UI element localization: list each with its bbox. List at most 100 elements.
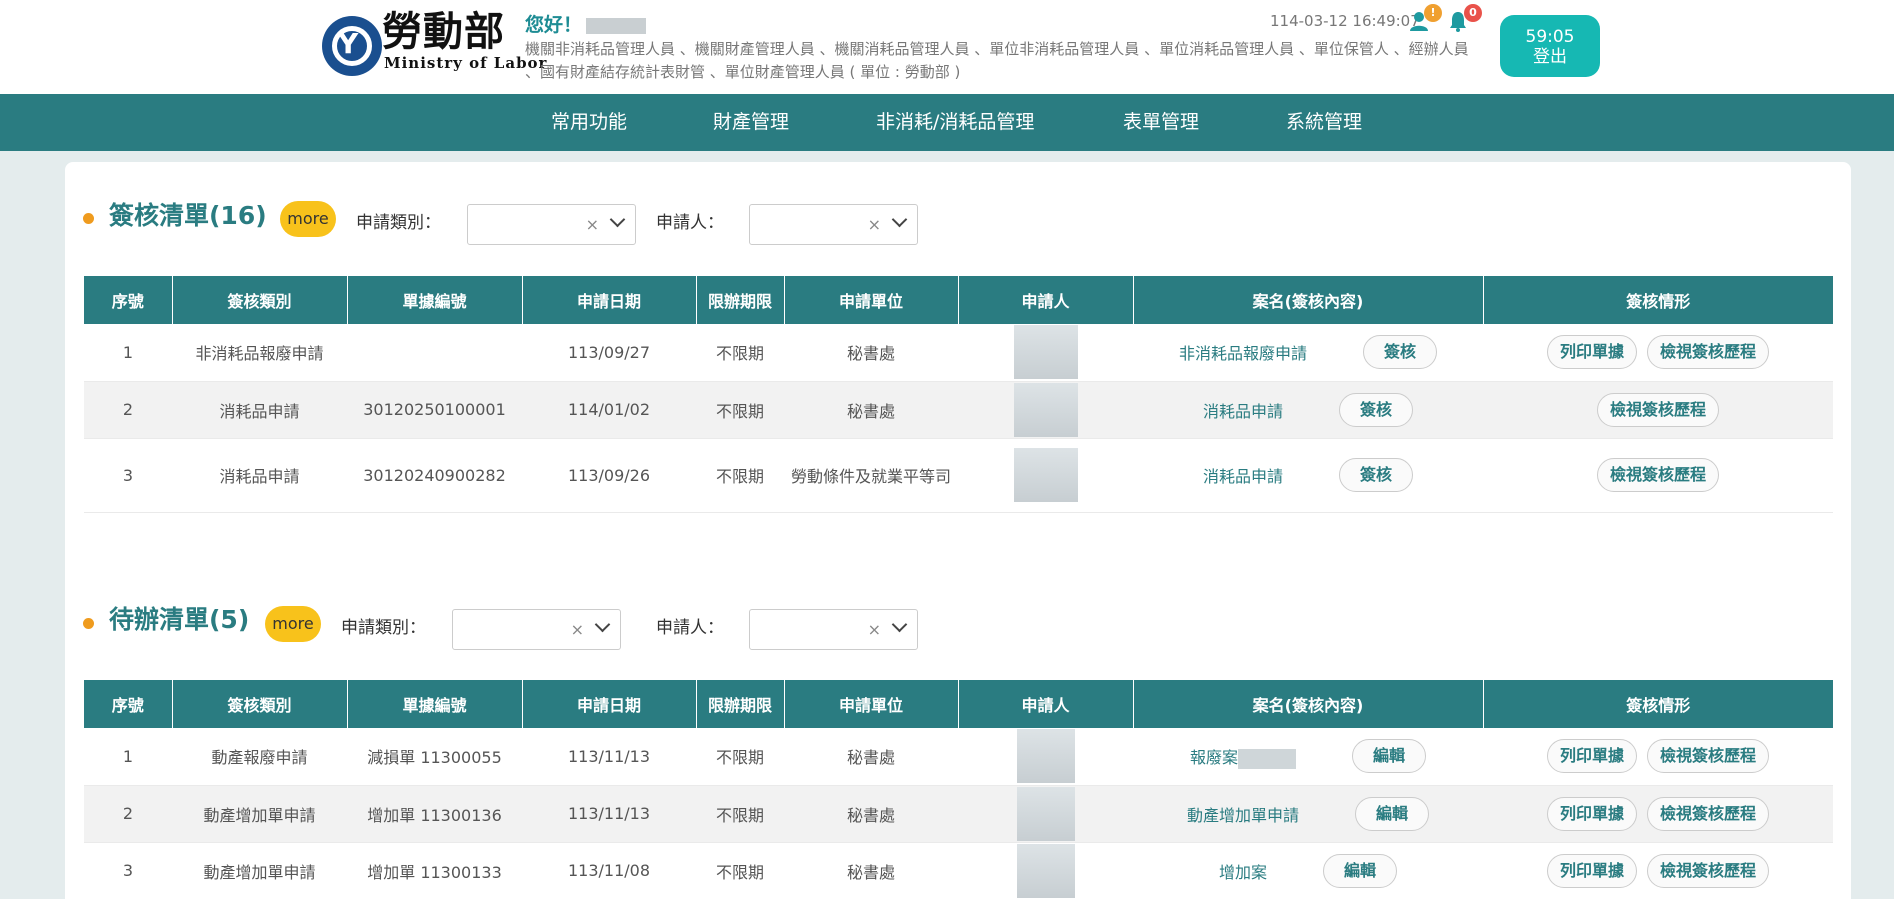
nav-form-management[interactable]: 表單管理 [1123,94,1199,151]
col-limit: 限辦期限 [696,276,785,324]
case-name-text: 報廢案 [1189,748,1238,767]
table-row: 3 消耗品申請 30120240900282 113/09/26 不限期 勞動條… [84,438,1833,513]
content-card: 簽核清單(16) more 申請類別： × 申請人： × 序號 簽核類別 單據編… [65,162,1851,899]
review-list-title: 簽核清單(16) [109,201,267,230]
table-row: 1 動產報廢申請 減損單 11300055 113/11/13 不限期 秘書處 … [84,728,1833,786]
case-name[interactable]: 報廢案 [1190,744,1296,769]
sign-button[interactable]: 簽核 [1339,458,1414,492]
cell-limit: 不限期 [696,381,784,439]
cell-applicant [958,785,1133,843]
cell-case: 增加案 編輯 [1133,842,1483,899]
logout-label: 登出 [1533,47,1567,67]
col-doc: 單據編號 [347,276,523,324]
user-name-redacted [586,17,647,34]
col-unit: 申請單位 [784,680,959,728]
cell-status: 列印單據 檢視簽核歷程 [1483,842,1833,899]
todo-type-label: 申請類別： [341,618,426,638]
view-history-button[interactable]: 檢視簽核歷程 [1596,458,1719,492]
section-bullet [83,618,94,629]
cell-no: 3 [84,842,172,899]
nav-property-management[interactable]: 財產管理 [713,94,789,151]
cell-no: 1 [84,324,172,382]
clear-icon[interactable]: × [868,215,881,234]
col-case: 案名(簽核內容) [1133,680,1484,728]
review-type-select[interactable]: × [467,204,636,245]
print-document-button[interactable]: 列印單據 [1546,739,1637,774]
review-applicant-select[interactable]: × [749,204,918,245]
view-history-button[interactable]: 檢視簽核歷程 [1647,335,1770,370]
todo-type-select[interactable]: × [452,609,621,650]
cell-date: 113/11/13 [522,785,696,843]
table-row: 1 非消耗品報廢申請 113/09/27 不限期 秘書處 非消耗品報廢申請 簽核 … [84,324,1833,382]
bell-notification-badge: 0 [1464,4,1482,22]
case-name-redacted [1238,748,1296,769]
col-limit: 限辦期限 [696,680,785,728]
print-document-button[interactable]: 列印單據 [1546,853,1637,888]
print-document-button[interactable]: 列印單據 [1546,796,1637,831]
cell-unit: 秘書處 [784,728,958,786]
todo-applicant-label: 申請人： [656,618,724,638]
col-case: 案名(簽核內容) [1133,276,1484,324]
cell-doc: 減損單 11300055 [347,728,522,786]
cell-case: 消耗品申請 簽核 [1133,381,1483,439]
chevron-down-icon [609,211,626,228]
case-name[interactable]: 動產增加單申請 [1187,802,1299,826]
cell-unit: 勞動條件及就業平等司 [784,438,958,513]
case-name[interactable]: 增加案 [1219,859,1267,883]
print-document-button[interactable]: 列印單據 [1546,335,1637,370]
clear-icon[interactable]: × [586,215,599,234]
col-applicant: 申請人 [958,276,1134,324]
logout-button[interactable]: 59:05 登出 [1500,15,1600,77]
applicant-redacted [1013,448,1078,502]
cell-doc: 增加單 11300133 [347,842,522,899]
cell-unit: 秘書處 [784,324,958,382]
cell-type: 消耗品申請 [172,381,347,439]
cell-date: 113/11/13 [522,728,696,786]
todo-more-button[interactable]: more [265,606,321,642]
todo-table: 序號 簽核類別 單據編號 申請日期 限辦期限 申請單位 申請人 案名(簽核內容)… [84,680,1833,899]
sign-button[interactable]: 簽核 [1339,392,1414,427]
applicant-redacted [1013,325,1078,380]
cell-applicant [958,842,1133,899]
cell-case: 報廢案 編輯 [1133,728,1483,786]
edit-button[interactable]: 編輯 [1355,796,1430,831]
case-name[interactable]: 非消耗品報廢申請 [1179,340,1307,364]
case-name[interactable]: 消耗品申請 [1203,463,1283,487]
clear-icon[interactable]: × [571,620,584,639]
col-status: 簽核情形 [1483,680,1833,728]
ministry-logo[interactable]: Y [322,16,382,76]
edit-button[interactable]: 編輯 [1323,853,1398,888]
cell-unit: 秘書處 [784,842,958,899]
cell-applicant [958,728,1133,786]
applicant-redacted [1016,786,1075,841]
user-notification-badge: ! [1424,4,1442,22]
view-history-button[interactable]: 檢視簽核歷程 [1596,392,1719,427]
nav-common-functions[interactable]: 常用功能 [551,94,627,151]
cell-status: 列印單據 檢視簽核歷程 [1483,324,1833,382]
case-name[interactable]: 消耗品申請 [1203,398,1283,422]
nav-system-management[interactable]: 系統管理 [1286,94,1362,151]
sign-button[interactable]: 簽核 [1363,335,1438,370]
view-history-button[interactable]: 檢視簽核歷程 [1647,796,1770,831]
nav-consumables-management[interactable]: 非消耗/消耗品管理 [876,94,1034,151]
clear-icon[interactable]: × [868,620,881,639]
cell-applicant [958,324,1133,382]
edit-button[interactable]: 編輯 [1352,739,1427,774]
chevron-down-icon [594,616,611,633]
view-history-button[interactable]: 檢視簽核歷程 [1647,853,1770,888]
cell-date: 113/09/26 [522,438,696,513]
cell-limit: 不限期 [696,438,784,513]
todo-applicant-select[interactable]: × [749,609,918,650]
review-more-button[interactable]: more [280,201,336,237]
col-date: 申請日期 [522,276,697,324]
cell-doc [347,324,522,382]
cell-type: 動產報廢申請 [172,728,347,786]
review-table: 序號 簽核類別 單據編號 申請日期 限辦期限 申請單位 申請人 案名(簽核內容)… [84,276,1833,513]
cell-limit: 不限期 [696,785,784,843]
view-history-button[interactable]: 檢視簽核歷程 [1647,739,1770,774]
cell-case: 非消耗品報廢申請 簽核 [1133,324,1483,382]
col-applicant: 申請人 [958,680,1134,728]
cell-applicant [958,438,1133,513]
cell-date: 113/11/08 [522,842,696,899]
col-doc: 單據編號 [347,680,523,728]
